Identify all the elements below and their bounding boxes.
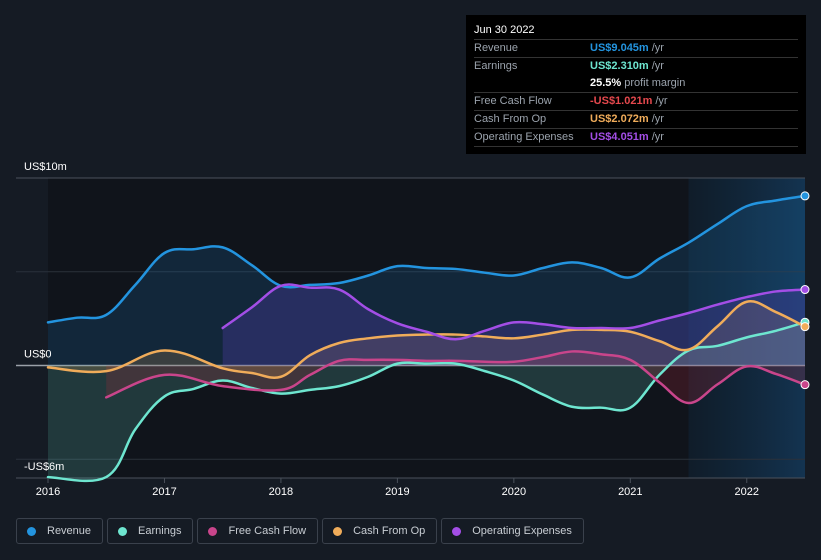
tooltip-row: 25.5% profit margin: [474, 75, 798, 93]
legend: Revenue Earnings Free Cash Flow Cash From O…: [16, 518, 584, 544]
tooltip-row: Free Cash Flow -US$1.021m/yr: [474, 93, 798, 111]
legend-dot-icon: [333, 526, 343, 536]
tooltip-row-unit: /yr: [651, 42, 664, 54]
legend-item-free-cash-flow[interactable]: Free Cash Flow: [197, 518, 319, 544]
tooltip-row-value: US$9.045m: [590, 42, 649, 54]
legend-dot-icon: [118, 526, 128, 536]
legend-label: Operating Expenses: [472, 525, 572, 537]
legend-dot-icon: [208, 526, 218, 536]
tooltip-row-label: [474, 75, 590, 92]
tooltip-row: Revenue US$9.045m/yr: [474, 40, 798, 58]
legend-dot-icon: [452, 526, 462, 536]
legend-label: Earnings: [138, 525, 182, 537]
x-tick-label: 2020: [502, 486, 526, 498]
x-tick-label: 2016: [36, 486, 60, 498]
tooltip-row-value: US$2.072m: [590, 113, 649, 125]
legend-item-operating-expenses[interactable]: Operating Expenses: [441, 518, 584, 544]
tooltip-row: Cash From Op US$2.072m/yr: [474, 111, 798, 129]
x-tick-label: 2022: [735, 486, 759, 498]
revenue-end-point: [800, 191, 810, 201]
tooltip-row-unit: /yr: [651, 131, 664, 143]
y-tick-label: US$10m: [24, 161, 67, 173]
tooltip-row-unit: /yr: [651, 113, 664, 125]
tooltip-row: Earnings US$2.310m/yr: [474, 58, 798, 75]
legend-label: Revenue: [47, 525, 92, 537]
legend-label: Cash From Op: [353, 525, 426, 537]
legend-item-cash-from-op[interactable]: Cash From Op: [322, 518, 438, 544]
free-cash-flow-end-point: [800, 380, 810, 390]
y-tick-label: -US$6m: [24, 461, 64, 473]
tooltip-row-label: Revenue: [474, 42, 519, 54]
cash-from-op-end-point: [800, 322, 810, 332]
tooltip-row-unit: profit margin: [624, 77, 686, 89]
tooltip-row-value: US$2.310m: [590, 60, 649, 72]
x-tick-label: 2018: [269, 486, 293, 498]
tooltip-row-value: US$4.051m: [590, 131, 649, 143]
tooltip-date: Jun 30 2022: [474, 21, 798, 40]
x-axis: 2016 2017 2018 2019 2020 2021 2022: [36, 478, 759, 498]
tooltip-row-label: Operating Expenses: [474, 131, 574, 143]
tooltip-row-label: Cash From Op: [474, 113, 547, 125]
legend-item-revenue[interactable]: Revenue: [16, 518, 104, 544]
tooltip-panel: Jun 30 2022 Revenue US$9.045m/yr Earnings U…: [466, 15, 806, 154]
tooltip-row-unit: /yr: [651, 60, 664, 72]
legend-item-earnings[interactable]: Earnings: [107, 518, 194, 544]
x-tick-label: 2021: [618, 486, 642, 498]
y-tick-label: US$0: [24, 349, 52, 361]
legend-label: Free Cash Flow: [228, 525, 307, 537]
tooltip-row-unit: /yr: [655, 95, 668, 107]
tooltip-row-label: Earnings: [474, 60, 518, 72]
x-tick-label: 2017: [152, 486, 176, 498]
tooltip-row-label: Free Cash Flow: [474, 95, 552, 107]
tooltip-rows: Revenue US$9.045m/yr Earnings US$2.310m/yr 2…: [474, 40, 798, 147]
tooltip-row: Operating Expenses US$4.051m/yr: [474, 129, 798, 147]
operating-expenses-end-point: [800, 285, 810, 295]
x-tick-label: 2019: [385, 486, 409, 498]
legend-dot-icon: [27, 526, 36, 536]
tooltip-row-value: -US$1.021m: [590, 95, 653, 107]
tooltip-row-value: 25.5%: [590, 77, 622, 89]
